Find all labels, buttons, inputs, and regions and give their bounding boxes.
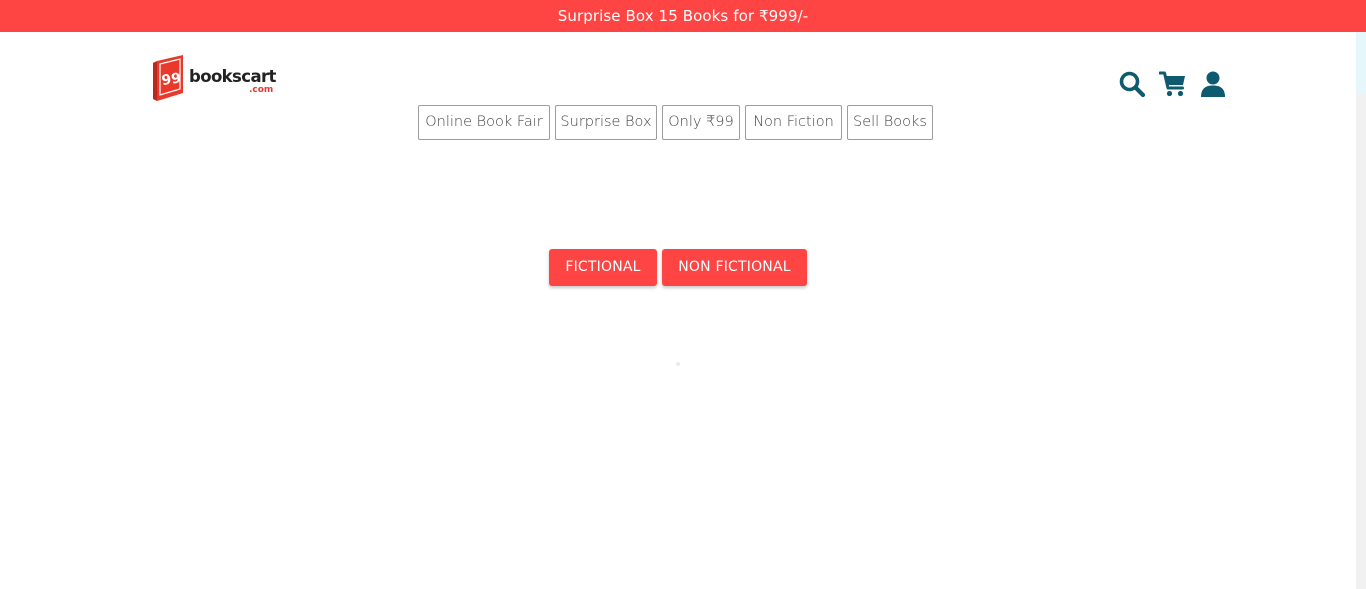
promo-text[interactable]: Surprise Box 15 Books for ₹999/- — [558, 7, 809, 25]
logo-badge-number: 99 — [161, 70, 183, 89]
site-logo[interactable]: 99 bookscart .com — [153, 55, 278, 103]
promo-banner[interactable]: Surprise Box 15 Books for ₹999/- — [0, 0, 1366, 32]
nav-item-online-book-fair[interactable]: Online Book Fair — [418, 105, 550, 140]
cart-icon[interactable] — [1159, 70, 1187, 98]
scrollbar[interactable] — [1356, 32, 1366, 589]
search-icon[interactable] — [1118, 70, 1146, 98]
scrollbar-thumb[interactable] — [1356, 32, 1366, 94]
logo-wordmark: bookscart — [189, 67, 276, 86]
logo-domain: .com — [249, 85, 274, 95]
loading-indicator — [676, 362, 680, 366]
nav-item-surprise-box[interactable]: Surprise Box — [555, 105, 657, 140]
book-logo-icon: 99 — [153, 55, 183, 101]
fictional-button[interactable]: FICTIONAL — [549, 249, 657, 286]
nav-item-sell-books[interactable]: Sell Books — [847, 105, 933, 140]
user-icon[interactable] — [1199, 70, 1227, 98]
nav-item-non-fiction[interactable]: Non Fiction — [745, 105, 842, 140]
nav-item-only-99[interactable]: Only ₹99 — [662, 105, 740, 140]
non-fictional-button[interactable]: NON FICTIONAL — [662, 249, 807, 286]
page: Surprise Box 15 Books for ₹999/- 99 book… — [0, 0, 1366, 589]
